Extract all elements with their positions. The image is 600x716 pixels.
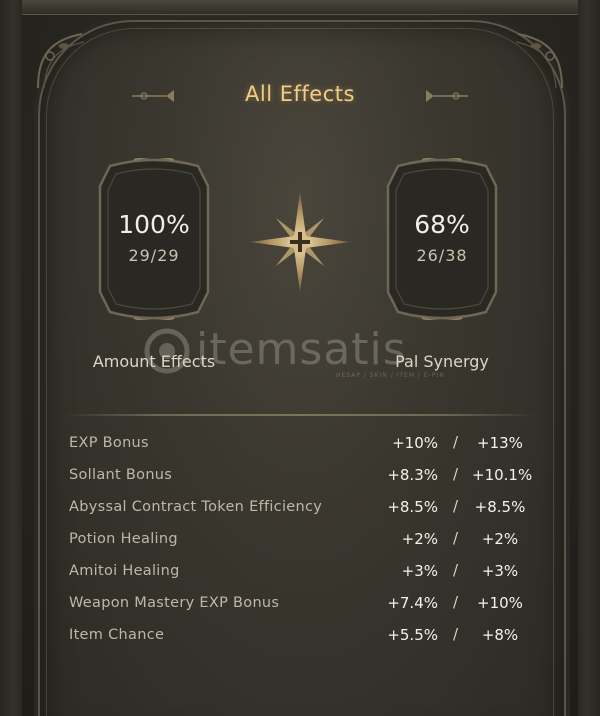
effect-separator: / bbox=[453, 625, 459, 643]
effects-window: All Effects 100% 29/29 68% 26/38 Amount … bbox=[0, 0, 600, 716]
effect-value-amount: +3% bbox=[401, 562, 438, 580]
effect-value-synergy: +2% bbox=[481, 530, 519, 548]
effect-name: Abyssal Contract Token Efficiency bbox=[69, 499, 323, 515]
effect-row: Item Chance +5.5% / +8% bbox=[0, 620, 600, 652]
effect-row: Weapon Mastery EXP Bonus +7.4% / +10% bbox=[0, 588, 600, 620]
effect-name: Item Chance bbox=[69, 627, 165, 643]
effect-row: Potion Healing +2% / +2% bbox=[0, 524, 600, 556]
effect-value-amount: +8.3% bbox=[387, 466, 438, 484]
effect-name: Potion Healing bbox=[69, 531, 178, 547]
effect-value-amount: +7.4% bbox=[387, 594, 438, 612]
amount-effects-plaque: 100% 29/29 bbox=[90, 158, 218, 320]
effect-separator: / bbox=[453, 497, 459, 515]
effect-value-synergy: +13% bbox=[477, 434, 523, 452]
amount-effects-percent: 100% bbox=[118, 210, 190, 239]
effect-row: EXP Bonus +10% / +13% bbox=[0, 428, 600, 460]
effect-value-synergy: +3% bbox=[481, 562, 519, 580]
effect-value-amount: +10% bbox=[392, 434, 438, 452]
watermark-logo-icon bbox=[144, 328, 190, 374]
pal-synergy-percent: 68% bbox=[414, 210, 470, 239]
watermark-subtext: HESAP / SKIN / ITEM / E-PIN bbox=[336, 372, 445, 379]
effect-separator: / bbox=[453, 561, 459, 579]
amount-effects-count: 29/29 bbox=[128, 246, 180, 265]
effect-value-synergy: +10.1% bbox=[472, 466, 533, 484]
plaque-frame-icon bbox=[386, 158, 498, 320]
effect-value-synergy: +8.5% bbox=[474, 498, 526, 516]
effect-separator: / bbox=[453, 465, 459, 483]
watermark-text: itemsatis bbox=[196, 324, 407, 375]
effect-value-synergy: +10% bbox=[477, 594, 523, 612]
pal-synergy-count: 26/38 bbox=[416, 246, 468, 265]
compass-star-icon bbox=[250, 192, 350, 292]
section-divider bbox=[64, 414, 536, 416]
effect-name: EXP Bonus bbox=[69, 435, 149, 451]
effect-row: Abyssal Contract Token Efficiency +8.5% / +… bbox=[0, 492, 600, 524]
effect-name: Amitoi Healing bbox=[69, 563, 180, 579]
watermark: itemsatis HESAP / SKIN / ITEM / E-PIN bbox=[138, 322, 478, 382]
effect-value-amount: +8.5% bbox=[387, 498, 438, 516]
pal-synergy-plaque: 68% 26/38 bbox=[378, 158, 506, 320]
effect-name: Sollant Bonus bbox=[69, 467, 173, 483]
effect-separator: / bbox=[453, 529, 459, 547]
page-title: All Effects bbox=[245, 82, 355, 106]
effect-row: Sollant Bonus +8.3% / +10.1% bbox=[0, 460, 600, 492]
effect-row: Amitoi Healing +3% / +3% bbox=[0, 556, 600, 588]
effect-value-synergy: +8% bbox=[481, 626, 519, 644]
effect-value-amount: +2% bbox=[401, 530, 438, 548]
window-top-border bbox=[0, 0, 600, 15]
effect-separator: / bbox=[453, 593, 459, 611]
plaque-frame-icon bbox=[98, 158, 210, 320]
effect-name: Weapon Mastery EXP Bonus bbox=[69, 595, 280, 611]
effect-value-amount: +5.5% bbox=[387, 626, 438, 644]
effect-separator: / bbox=[453, 433, 459, 451]
